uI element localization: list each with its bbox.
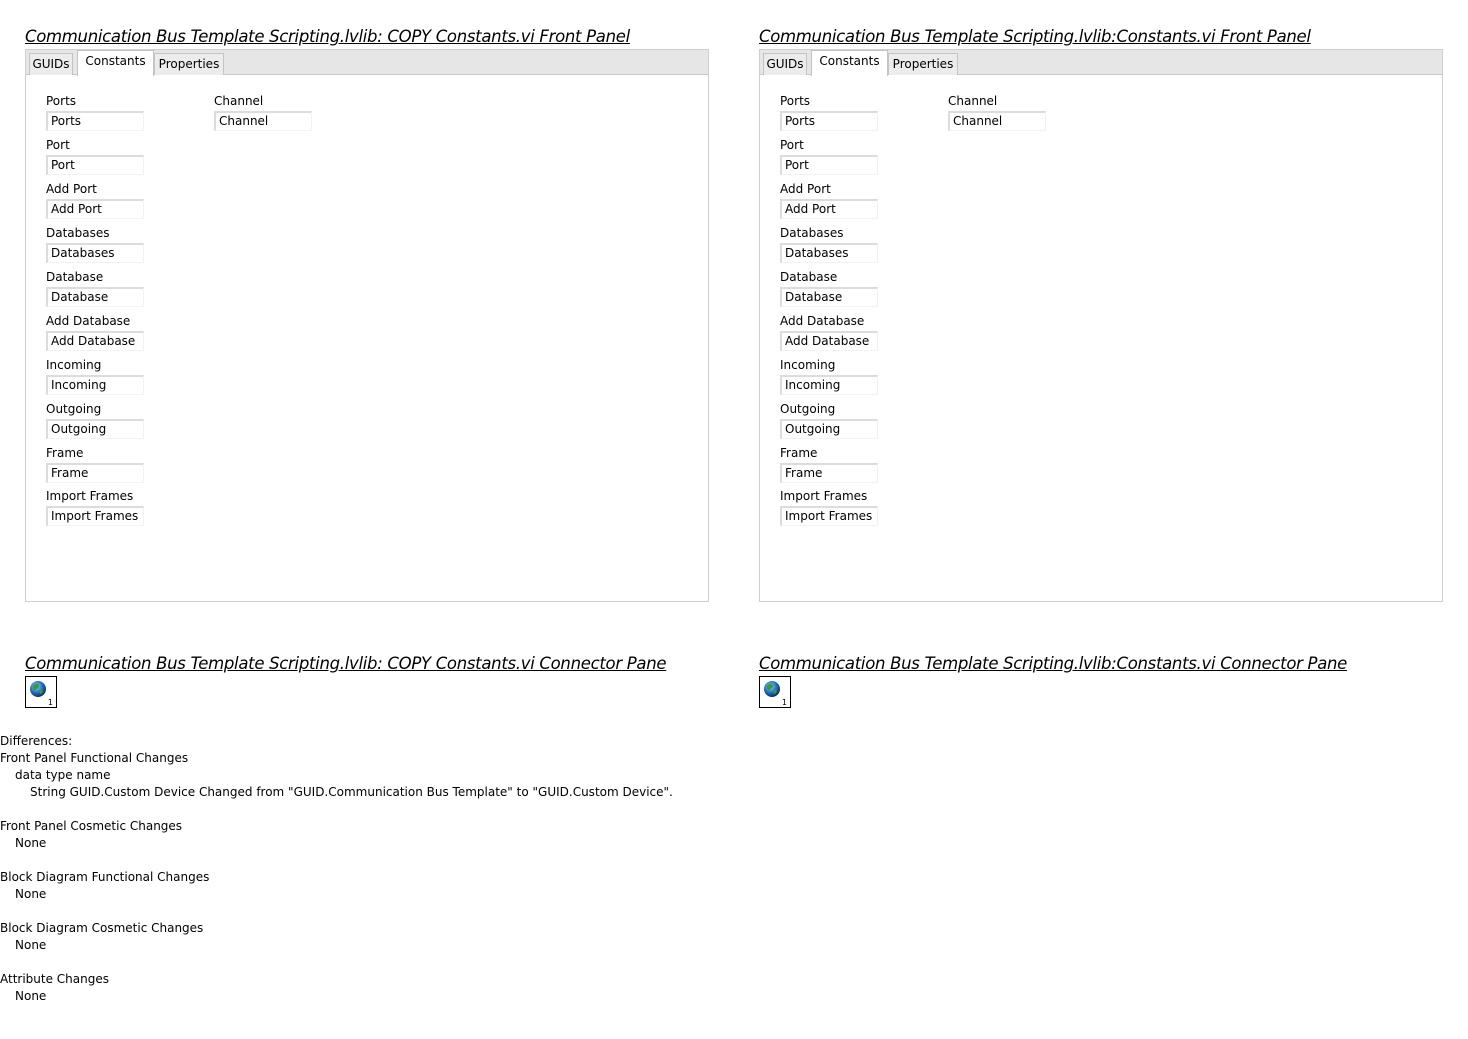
control-label: Ports <box>46 94 77 108</box>
left-front-panel: GUIDs Constants Properties Ports Ports Por… <box>25 49 709 602</box>
bd-cosmetic-heading: Block Diagram Cosmetic Changes <box>0 921 204 935</box>
differences-section: Differences: Front Panel Functional Chan… <box>0 733 673 1005</box>
string-control[interactable]: Add Database <box>46 331 144 351</box>
fp-functional-heading: Front Panel Functional Changes <box>0 751 189 765</box>
tab-guids[interactable]: GUIDs <box>29 53 73 75</box>
control-label: Database <box>46 270 104 284</box>
control-label: Import Frames <box>46 489 134 503</box>
control-label: Incoming <box>780 358 836 372</box>
tab-properties[interactable]: Properties <box>154 53 224 75</box>
string-control[interactable]: Add Database <box>780 331 878 351</box>
terminal-number: 1 <box>781 698 787 707</box>
string-control[interactable]: Frame <box>780 463 878 483</box>
control-label: Port <box>780 138 804 152</box>
string-control[interactable]: Database <box>780 287 878 307</box>
string-control[interactable]: Databases <box>46 243 144 263</box>
string-control[interactable]: Add Port <box>780 199 878 219</box>
fp-functional-detail: String GUID.Custom Device Changed from "… <box>30 785 673 799</box>
right-connector-pane[interactable]: 1 <box>759 676 791 708</box>
control-label: Outgoing <box>780 402 836 416</box>
right-connector-pane-title: Communication Bus Template Scripting.lvl… <box>759 654 1348 673</box>
control-label: Outgoing <box>46 402 102 416</box>
string-control[interactable]: Outgoing <box>46 419 144 439</box>
string-control[interactable]: Ports <box>46 111 144 131</box>
globe-icon <box>764 681 780 697</box>
bd-functional-value: None <box>15 887 47 901</box>
control-label: Frame <box>46 446 84 460</box>
control-label: Add Port <box>46 182 97 196</box>
control-label: Databases <box>46 226 110 240</box>
control-label: Incoming <box>46 358 102 372</box>
string-control[interactable]: Databases <box>780 243 878 263</box>
control-label: Frame <box>780 446 818 460</box>
right-front-panel: GUIDs Constants Properties Ports Ports Por… <box>759 49 1443 602</box>
globe-icon <box>30 681 46 697</box>
string-control[interactable]: Add Port <box>46 199 144 219</box>
control-label: Ports <box>780 94 811 108</box>
fp-cosmetic-value: None <box>15 836 47 850</box>
attribute-changes-heading: Attribute Changes <box>0 972 109 986</box>
left-front-panel-title: Communication Bus Template Scripting.lvl… <box>25 27 630 46</box>
string-control[interactable]: Channel <box>214 111 312 131</box>
control-label: Databases <box>780 226 844 240</box>
tab-bar: GUIDs Constants Properties <box>760 50 1442 76</box>
tab-bar: GUIDs Constants Properties <box>26 50 708 76</box>
control-label: Database <box>780 270 838 284</box>
string-control[interactable]: Import Frames <box>780 506 878 526</box>
control-label: Channel <box>948 94 998 108</box>
string-control[interactable]: Channel <box>948 111 1046 131</box>
vi-compare-report: Communication Bus Template Scripting.lvl… <box>0 0 1468 1039</box>
string-control[interactable]: Import Frames <box>46 506 144 526</box>
string-control[interactable]: Incoming <box>46 375 144 395</box>
control-label: Channel <box>214 94 264 108</box>
string-control[interactable]: Frame <box>46 463 144 483</box>
string-control[interactable]: Database <box>46 287 144 307</box>
terminal-number: 1 <box>47 698 53 707</box>
control-label: Import Frames <box>780 489 868 503</box>
right-front-panel-title: Communication Bus Template Scripting.lvl… <box>759 27 1311 46</box>
string-control[interactable]: Ports <box>780 111 878 131</box>
tab-guids[interactable]: GUIDs <box>763 53 807 75</box>
fp-cosmetic-heading: Front Panel Cosmetic Changes <box>0 819 183 833</box>
bd-cosmetic-value: None <box>15 938 47 952</box>
control-label: Add Database <box>46 314 131 328</box>
attribute-changes-value: None <box>15 989 47 1003</box>
string-control[interactable]: Port <box>780 155 878 175</box>
fp-functional-sub: data type name <box>15 768 111 782</box>
bd-functional-heading: Block Diagram Functional Changes <box>0 870 210 884</box>
control-label: Port <box>46 138 70 152</box>
string-control[interactable]: Outgoing <box>780 419 878 439</box>
differences-heading: Differences: <box>0 734 73 748</box>
string-control[interactable]: Incoming <box>780 375 878 395</box>
control-label: Add Port <box>780 182 831 196</box>
left-connector-pane[interactable]: 1 <box>25 676 57 708</box>
string-control[interactable]: Port <box>46 155 144 175</box>
tab-constants[interactable]: Constants <box>811 50 888 76</box>
tab-constants[interactable]: Constants <box>77 50 154 76</box>
left-connector-pane-title: Communication Bus Template Scripting.lvl… <box>25 654 667 673</box>
control-label: Add Database <box>780 314 865 328</box>
tab-properties[interactable]: Properties <box>888 53 958 75</box>
